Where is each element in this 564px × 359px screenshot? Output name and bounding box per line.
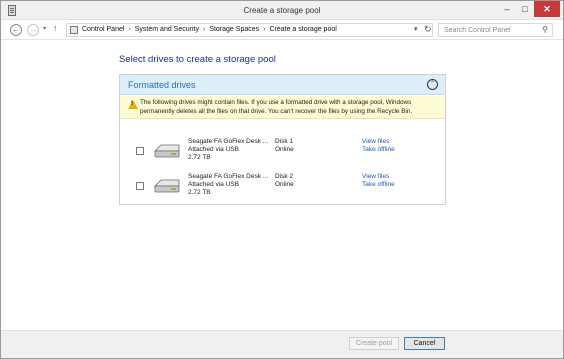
search-icon[interactable]: ⚲ <box>542 25 548 34</box>
drive-connection: Attached via USB <box>188 146 239 153</box>
disk-number: Disk 1 <box>275 138 294 145</box>
breadcrumb-storage-spaces[interactable]: Storage Spaces <box>209 26 259 33</box>
warning-bar: ! The following drives might contain fil… <box>120 96 445 119</box>
disk-status: Online <box>275 146 294 153</box>
drive-checkbox[interactable] <box>136 147 144 155</box>
drive-row: Seagate FA GoFlex Desk ... Attached via … <box>120 173 445 205</box>
drive-size: 2.72 TB <box>188 189 211 196</box>
drive-connection: Attached via USB <box>188 181 239 188</box>
breadcrumb-control-panel[interactable]: Control Panel <box>82 26 124 33</box>
chevron-down-icon[interactable]: ▾ <box>414 25 418 33</box>
create-pool-button[interactable]: Create pool <box>349 337 399 350</box>
drive-checkbox[interactable] <box>136 182 144 190</box>
disk-number: Disk 2 <box>275 173 294 180</box>
chevron-right-icon[interactable]: › <box>263 26 265 33</box>
drive-size: 2.72 TB <box>188 154 211 161</box>
warning-icon-glyph: ! <box>131 101 133 107</box>
maximize-button[interactable]: □ <box>516 1 534 17</box>
drive-row: Seagate FA GoFlex Desk ... Attached via … <box>120 138 445 170</box>
minimize-button[interactable]: – <box>498 1 516 17</box>
warning-text: The following drives might contain files… <box>140 99 413 115</box>
refresh-icon[interactable]: ↻ <box>424 24 432 35</box>
address-box[interactable]: Control Panel › System and Security › St… <box>66 23 433 37</box>
address-bar: ← → ▾ ↑ Control Panel › System and Secur… <box>1 20 563 40</box>
up-arrow-icon[interactable]: ↑ <box>53 23 58 33</box>
warning-icon: ! <box>128 100 138 109</box>
bottom-bar: Create pool Cancel <box>1 330 563 358</box>
close-button[interactable]: ✕ <box>534 1 560 17</box>
drive-name: Seagate FA GoFlex Desk ... <box>188 173 269 180</box>
create-storage-pool-window: Create a storage pool – □ ✕ ← → ▾ ↑ Cont… <box>0 0 564 359</box>
search-input[interactable]: Search Control Panel ⚲ <box>438 23 553 37</box>
panel-header[interactable]: Formatted drives ⌃ <box>120 75 445 95</box>
take-offline-link[interactable]: Take offline <box>362 146 395 153</box>
chevron-right-icon[interactable]: › <box>203 26 205 33</box>
formatted-drives-panel: Formatted drives ⌃ ! The following drive… <box>119 74 446 205</box>
panel-title: Formatted drives <box>128 80 196 90</box>
disk-status: Online <box>275 181 294 188</box>
window-title: Create a storage pool <box>243 6 321 15</box>
breadcrumb-system-and-security[interactable]: System and Security <box>135 26 199 33</box>
take-offline-link[interactable]: Take offline <box>362 181 395 188</box>
forward-arrow-icon[interactable]: → <box>27 24 39 36</box>
chevron-right-icon[interactable]: › <box>128 26 130 33</box>
cancel-button[interactable]: Cancel <box>404 337 445 350</box>
back-arrow-icon[interactable]: ← <box>10 24 22 36</box>
view-files-link[interactable]: View files <box>362 173 389 180</box>
hard-drive-icon <box>154 179 180 193</box>
control-panel-icon <box>70 26 78 34</box>
page-title: Select drives to create a storage pool <box>119 54 276 65</box>
hard-drive-icon <box>154 144 180 158</box>
breadcrumb-create-storage-pool[interactable]: Create a storage pool <box>269 26 336 33</box>
recent-locations-icon[interactable]: ▾ <box>43 25 46 32</box>
collapse-icon[interactable]: ⌃ <box>427 79 438 90</box>
view-files-link[interactable]: View files <box>362 138 389 145</box>
search-placeholder: Search Control Panel <box>444 27 511 34</box>
drive-name: Seagate FA GoFlex Desk ... <box>188 138 269 145</box>
title-bar: Create a storage pool – □ ✕ <box>1 1 563 20</box>
breadcrumb: Control Panel › System and Security › St… <box>82 26 337 33</box>
